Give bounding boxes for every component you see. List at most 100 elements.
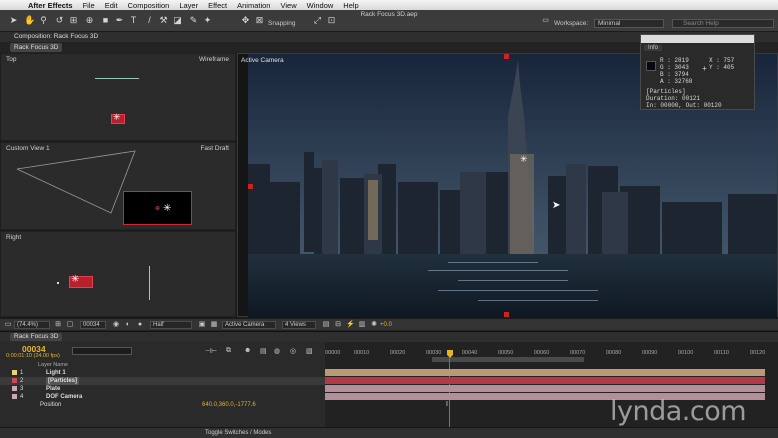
timeline-search-input[interactable] <box>72 347 132 355</box>
layer-row[interactable]: 1 Light 1 <box>0 369 325 377</box>
workspace-icon: ▭ <box>542 17 549 24</box>
clone-stamp-tool-icon[interactable]: ⚒ <box>158 15 169 26</box>
pan-behind-tool-icon[interactable]: ⊕ <box>84 15 95 26</box>
layer-label-color[interactable] <box>12 386 17 391</box>
camera-select[interactable]: Active Camera <box>222 321 276 329</box>
layer-handle[interactable] <box>504 312 509 317</box>
timeline-tab[interactable]: Rack Focus 3D <box>10 333 63 341</box>
view-layout-select[interactable]: 4 Views <box>282 321 316 329</box>
menu-layer[interactable]: Layer <box>179 1 198 10</box>
zoom-tool-icon[interactable]: ⚲ <box>38 15 49 26</box>
work-area-bar[interactable] <box>432 357 584 362</box>
exposure-icon[interactable]: ✺ <box>370 321 378 329</box>
property-row[interactable]: Position 640.0,360.0,-1777.6 <box>0 401 325 409</box>
view-right-label: Right <box>6 234 22 241</box>
keyframe-icon[interactable]: I <box>446 401 448 408</box>
selection-tool-icon[interactable]: ➤ <box>8 15 19 26</box>
region-icon[interactable]: ▭ <box>4 321 12 329</box>
hand-tool-icon[interactable]: ✋ <box>24 15 35 26</box>
menu-view[interactable]: View <box>280 1 296 10</box>
layer-label-color[interactable] <box>12 378 17 383</box>
menu-bar: After Effects File Edit Composition Laye… <box>0 0 778 10</box>
world-axis-icon[interactable]: ⊠ <box>254 15 265 26</box>
layer-handle[interactable] <box>248 184 253 189</box>
zoom-select[interactable]: (74.4%) <box>14 321 50 329</box>
layer-duration-bar[interactable] <box>325 377 765 384</box>
layer-row[interactable]: 4 DOF Camera <box>0 393 325 401</box>
roto-brush-tool-icon[interactable]: ✎ <box>188 15 199 26</box>
ruler-tick: 00070 <box>570 350 586 356</box>
view-top[interactable]: Top Wireframe ✳ <box>0 53 236 141</box>
menu-composition[interactable]: Composition <box>128 1 170 10</box>
menu-effect[interactable]: Effect <box>208 1 227 10</box>
layer-label-color[interactable] <box>12 370 17 375</box>
rotate-tool-icon[interactable]: ↺ <box>54 15 65 26</box>
menu-file[interactable]: File <box>83 1 95 10</box>
composition-tab[interactable]: Composition: Rack Focus 3D <box>14 33 98 40</box>
brush-tool-icon[interactable]: / <box>144 15 155 26</box>
show-snapshot-icon[interactable]: ◐ <box>124 321 132 329</box>
ruler-tick: 00120 <box>750 350 766 356</box>
channel-icon[interactable]: ● <box>136 321 144 329</box>
composition-subtab[interactable]: Rack Focus 3D <box>10 43 62 52</box>
snapshot-icon[interactable]: ◉ <box>112 321 120 329</box>
menu-app-name[interactable]: After Effects <box>28 1 73 10</box>
rectangle-tool-icon[interactable]: ■ <box>100 15 111 26</box>
info-tab[interactable]: Info <box>644 45 663 51</box>
layer-row[interactable]: 2 [Particles] <box>0 377 325 385</box>
current-frame-field[interactable]: 00034 <box>80 321 106 329</box>
toggle-pixel-icon[interactable]: ▤ <box>322 321 330 329</box>
property-name: Position <box>40 402 62 408</box>
hide-shy-layers-icon[interactable]: ☻ <box>244 347 251 354</box>
layer-name[interactable]: DOF Camera <box>46 393 82 401</box>
resolution-select[interactable]: Half <box>150 321 192 329</box>
frame-blending-icon[interactable]: ▤ <box>260 347 267 355</box>
reset-exposure-icon[interactable]: ⊟ <box>334 321 342 329</box>
roi-icon[interactable]: ▣ <box>198 321 206 329</box>
layer-handle[interactable] <box>504 54 509 59</box>
layer-name[interactable]: Plate <box>46 385 60 393</box>
layer-row[interactable]: 3 Plate <box>0 385 325 393</box>
camera-tool-icon[interactable]: ⊞ <box>68 15 79 26</box>
layer-duration-bar[interactable] <box>325 385 765 392</box>
view-custom-1[interactable]: Custom View 1 Fast Draft ✳ ⊕ <box>0 142 236 230</box>
property-value[interactable]: 640.0,360.0,-1777.6 <box>202 401 256 409</box>
pen-tool-icon[interactable]: ✒ <box>114 15 125 26</box>
layer-name[interactable]: [Particles] <box>46 377 80 385</box>
safe-zones-icon[interactable]: ⊞ <box>54 321 62 329</box>
type-tool-icon[interactable]: T <box>128 15 139 26</box>
fast-preview-icon[interactable]: ⚡ <box>346 321 355 329</box>
workspace-select[interactable]: Minimal <box>594 19 664 28</box>
camera-frustum-wireframe <box>16 150 136 214</box>
grid-icon[interactable]: ▢ <box>66 321 74 329</box>
puppet-tool-icon[interactable]: ✦ <box>202 15 213 26</box>
layer-name[interactable]: Light 1 <box>46 369 66 377</box>
layer-label-color[interactable] <box>12 394 17 399</box>
timeline-icon[interactable]: ▥ <box>358 321 366 329</box>
graph-editor-icon[interactable]: ▧ <box>306 347 313 355</box>
eraser-tool-icon[interactable]: ◪ <box>172 15 183 26</box>
comp-mini-flowchart-icon[interactable]: ⊣⊢ <box>205 347 217 355</box>
draft-3d-icon[interactable]: ⧉ <box>226 347 231 355</box>
motion-blur-icon[interactable]: ◍ <box>274 347 280 355</box>
transparency-grid-icon[interactable]: ▦ <box>210 321 218 329</box>
menu-animation[interactable]: Animation <box>237 1 270 10</box>
search-help-input[interactable]: Search Help <box>672 19 774 28</box>
layer-name-column-header[interactable]: Layer Name <box>38 362 68 368</box>
snap-option-icon[interactable]: ⤢ <box>312 15 323 26</box>
snap-expand-icon[interactable]: ⊡ <box>326 15 337 26</box>
lynda-watermark: lynda.com <box>610 396 747 427</box>
menu-edit[interactable]: Edit <box>105 1 118 10</box>
info-titlebar[interactable] <box>641 35 754 43</box>
view-right[interactable]: Right ✳ <box>0 231 236 317</box>
toggle-switches-modes[interactable]: Toggle Switches / Modes <box>205 430 271 436</box>
menu-help[interactable]: Help <box>343 1 358 10</box>
exposure-value[interactable]: +0.0 <box>380 322 392 328</box>
local-axis-icon[interactable]: ✥ <box>240 15 251 26</box>
menu-window[interactable]: Window <box>307 1 334 10</box>
layer-duration-bar[interactable] <box>325 369 765 376</box>
ruler-tick: 00110 <box>714 350 729 356</box>
brainstorm-icon[interactable]: ◎ <box>290 347 296 355</box>
light-icon: ✳ <box>520 154 528 164</box>
snapping-label[interactable]: Snapping <box>268 20 295 27</box>
